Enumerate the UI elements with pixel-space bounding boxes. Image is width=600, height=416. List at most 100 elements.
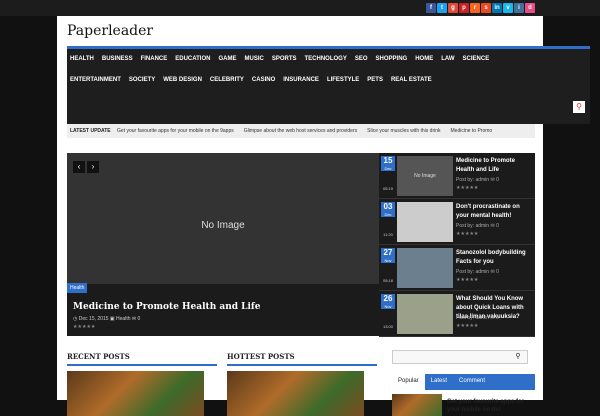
rating-stars: ★★★★★ xyxy=(73,324,96,330)
nav-item-casino[interactable]: CASINO xyxy=(252,77,275,83)
ticker-item[interactable]: Get your favourite apps for your mobile … xyxy=(117,128,234,134)
nav-item-society[interactable]: SOCIETY xyxy=(129,77,155,83)
prev-arrow-icon[interactable]: ‹ xyxy=(73,161,85,173)
site-logo[interactable]: Paperleader xyxy=(67,23,153,39)
google-plus-icon[interactable]: g xyxy=(448,3,458,13)
nav-item-lifestyle[interactable]: LIFESTYLE xyxy=(327,77,359,83)
slide-title[interactable]: Medicine to Promote Health and Life xyxy=(73,302,261,312)
sidebar-tabs: Popular Latest Comment xyxy=(392,374,535,390)
linkedin-icon[interactable]: in xyxy=(492,3,502,13)
nav-item-entertainment[interactable]: ENTERTAINMENT xyxy=(70,77,121,83)
post-comments[interactable]: 0 xyxy=(496,269,499,275)
nav-item-home[interactable]: HOME xyxy=(415,56,433,62)
post-author: Post by: admin xyxy=(456,315,490,321)
nav-item-shopping[interactable]: SHOPPING xyxy=(376,56,408,62)
post-thumbnail[interactable]: No Image xyxy=(397,156,453,196)
side-post-item[interactable]: 03 Dec 11:20 Don't procrastinate on your me… xyxy=(379,199,535,245)
rating-stars: ★★★★★ xyxy=(456,231,479,237)
nav-item-education[interactable]: EDUCATION xyxy=(175,56,210,62)
post-meta: Post by: admin ✉ 0 xyxy=(456,269,499,275)
comment-icon: ✉ xyxy=(490,177,495,183)
nav-item-music[interactable]: MUSIC xyxy=(244,56,263,62)
nav-item-finance[interactable]: FINANCE xyxy=(141,56,168,62)
slide-comments[interactable]: 0 xyxy=(137,316,140,322)
twitter-icon[interactable]: t xyxy=(437,3,447,13)
ticker-item[interactable]: Slice your muscles with this drink xyxy=(367,128,440,134)
rss-icon[interactable]: r xyxy=(470,3,480,13)
nav-item-real-estate[interactable]: REAL ESTATE xyxy=(391,77,432,83)
nav-item-technology[interactable]: TECHNOLOGY xyxy=(305,56,347,62)
side-post-list: 15 Dec 05:19 No Image Medicine to Promote He… xyxy=(379,153,535,337)
side-post-item[interactable]: 27 Nov 05:18 Stanozolol bodybuilding Facts … xyxy=(379,245,535,291)
rating-stars: ★★★★★ xyxy=(456,185,479,191)
rating-stars: ★★★★★ xyxy=(456,323,479,329)
category-tag[interactable]: Health xyxy=(67,283,88,293)
search-icon[interactable]: ⚲ xyxy=(511,352,525,363)
search-icon[interactable]: ⚲ xyxy=(573,101,585,113)
post-day: 15 xyxy=(383,156,393,165)
post-title[interactable]: Don't procrastinate on your mental healt… xyxy=(456,203,534,221)
post-meta: Post by: admin ✉ 0 xyxy=(456,223,499,229)
side-post-item[interactable]: 15 Dec 05:19 No Image Medicine to Promote He… xyxy=(379,153,535,199)
nav-row-2: ENTERTAINMENT SOCIETY WEB DESIGN CELEBRITY C… xyxy=(67,77,432,83)
post-thumbnail[interactable] xyxy=(397,248,453,288)
post-comments[interactable]: 0 xyxy=(496,177,499,183)
slider-arrows: ‹ › xyxy=(73,161,99,173)
nav-item-web-design[interactable]: WEB DESIGN xyxy=(163,77,202,83)
post-month: Nov xyxy=(384,304,392,309)
nav-item-insurance[interactable]: INSURANCE xyxy=(283,77,319,83)
stumble-icon[interactable]: s xyxy=(481,3,491,13)
post-date-badge: 03 Dec xyxy=(381,202,395,217)
post-day: 27 xyxy=(383,248,393,257)
post-month: Nov xyxy=(384,258,392,263)
post-date-badge: 27 Nov xyxy=(381,248,395,263)
hottest-post-image[interactable] xyxy=(227,371,364,416)
post-meta: Post by: admin ✉ 0 xyxy=(456,177,499,183)
sidebar-search-input[interactable]: ⚲ xyxy=(392,350,528,364)
ticker-item[interactable]: Glimpse about the web host services and … xyxy=(244,128,357,134)
vimeo-icon[interactable]: v xyxy=(503,3,513,13)
recent-post-image[interactable] xyxy=(67,371,204,416)
nav-item-celebrity[interactable]: CELEBRITY xyxy=(210,77,244,83)
popular-post-title[interactable]: Get your favourite apps for your mobile … xyxy=(447,398,535,414)
nav-item-game[interactable]: GAME xyxy=(218,56,236,62)
post-title[interactable]: Medicine to Promote Health and Life xyxy=(456,157,534,175)
post-comments[interactable]: 0 xyxy=(496,315,499,321)
slide-image-placeholder[interactable]: No Image xyxy=(67,153,379,298)
post-thumbnail[interactable] xyxy=(397,294,453,334)
latest-update-ticker: LATEST UPDATE Get your favourite apps fo… xyxy=(67,124,535,138)
ticker-item[interactable]: Medicine to Promo xyxy=(451,128,493,134)
nav-item-business[interactable]: BUSINESS xyxy=(102,56,133,62)
post-thumbnail[interactable] xyxy=(397,202,453,242)
post-comments[interactable]: 0 xyxy=(496,223,499,229)
post-time: 05:18 xyxy=(382,278,393,283)
folder-icon: ▣ xyxy=(109,316,115,322)
post-date-badge: 15 Dec xyxy=(381,156,395,171)
nav-item-seo[interactable]: SEO xyxy=(355,56,368,62)
comment-icon: ✉ xyxy=(490,315,495,321)
page-wrapper: Paperleader HEALTH BUSINESS FINANCE EDUCATI… xyxy=(57,16,590,416)
tab-latest[interactable]: Latest xyxy=(425,374,453,390)
pinterest-icon[interactable]: p xyxy=(459,3,469,13)
tab-popular[interactable]: Popular xyxy=(392,374,425,390)
rating-stars: ★★★★★ xyxy=(456,277,479,283)
next-arrow-icon[interactable]: › xyxy=(87,161,99,173)
slide-date: Dec 15, 2015 xyxy=(78,316,109,322)
popular-post-thumb[interactable] xyxy=(392,394,442,416)
side-post-item[interactable]: 26 Nov 13:00 What Should You Know about Qui… xyxy=(379,291,535,337)
post-author: Post by: admin xyxy=(456,223,490,229)
post-title[interactable]: Stanozolol bodybuilding Facts for you xyxy=(456,249,534,267)
slide-caption: Health Medicine to Promote Health and Li… xyxy=(67,283,379,336)
nav-item-science[interactable]: SCIENCE xyxy=(463,56,490,62)
facebook-icon[interactable]: f xyxy=(426,3,436,13)
nav-item-sports[interactable]: SPORTS xyxy=(272,56,297,62)
nav-item-health[interactable]: HEALTH xyxy=(70,56,94,62)
dribbble-icon[interactable]: d xyxy=(525,3,535,13)
nav-item-law[interactable]: LAW xyxy=(441,56,454,62)
instagram-icon[interactable]: i xyxy=(514,3,524,13)
slide-category-link[interactable]: Health xyxy=(116,316,130,322)
tab-comment[interactable]: Comment xyxy=(453,374,491,390)
nav-item-pets[interactable]: PETS xyxy=(367,77,383,83)
post-day: 03 xyxy=(383,202,393,211)
comment-icon: ✉ xyxy=(490,223,495,229)
